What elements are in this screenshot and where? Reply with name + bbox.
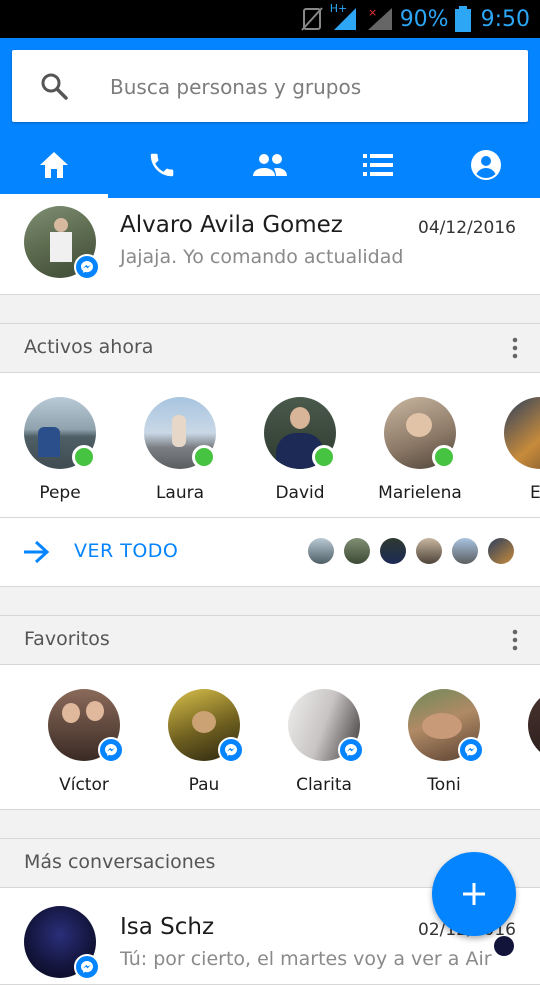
person-name: Pau <box>188 775 220 795</box>
section-title: Más conversaciones <box>24 851 216 873</box>
messenger-badge-icon <box>74 254 100 280</box>
person-name: Marielena <box>378 483 462 503</box>
favorite-person[interactable]: Pau <box>144 689 264 799</box>
search-box[interactable] <box>12 50 528 122</box>
favorite-person[interactable] <box>504 689 540 799</box>
active-person[interactable]: Marielena <box>360 397 480 507</box>
avatar <box>308 538 334 564</box>
search-icon <box>41 73 68 100</box>
tab-home[interactable] <box>0 132 108 198</box>
active-now-carousel: Pepe Laura David Marielena Ec <box>0 373 540 518</box>
conversation-date: 04/12/2016 <box>418 218 516 238</box>
clock: 9:50 <box>480 6 530 32</box>
online-indicator <box>192 445 216 469</box>
messenger-badge-icon <box>218 737 244 763</box>
section-header-favorites: Favoritos <box>0 615 540 665</box>
favorites-carousel: Víctor Pau Clarita Toni <box>0 665 540 810</box>
person-name: Toni <box>427 775 461 795</box>
messenger-badge-icon <box>98 737 124 763</box>
avatar <box>452 538 478 564</box>
new-message-button[interactable] <box>432 852 516 936</box>
status-icons: H+ × 90% 9:50 <box>300 2 530 34</box>
section-title: Favoritos <box>24 628 110 650</box>
conversation-preview: Tú: por cierto, el martes voy a ver a Ai… <box>120 948 492 970</box>
signal-h-plus-icon: H+ <box>330 2 360 32</box>
online-indicator <box>312 445 336 469</box>
section-title: Activos ahora <box>24 336 154 358</box>
phone-icon <box>150 153 174 177</box>
tab-groups[interactable] <box>216 132 324 198</box>
tab-list[interactable] <box>324 132 432 198</box>
more-vertical-icon[interactable] <box>510 336 520 360</box>
see-all-button[interactable]: VER TODO <box>74 540 178 562</box>
plus-icon <box>463 883 485 905</box>
more-vertical-icon[interactable] <box>510 628 520 652</box>
person-name: Ec <box>529 483 540 503</box>
online-indicator <box>72 445 96 469</box>
search-input[interactable] <box>108 68 512 106</box>
signal-no-service-icon: × <box>367 6 392 30</box>
messenger-badge-icon <box>338 737 364 763</box>
app-header <box>0 38 540 198</box>
avatar <box>528 689 540 761</box>
tab-bar <box>0 132 540 198</box>
avatar <box>416 538 442 564</box>
no-sim-icon <box>300 7 323 31</box>
favorite-person[interactable]: Clarita <box>264 689 384 799</box>
status-bar: H+ × 90% 9:50 <box>0 0 540 38</box>
tab-profile[interactable] <box>432 132 540 198</box>
messenger-badge-icon <box>458 737 484 763</box>
person-name: Clarita <box>296 775 352 795</box>
tab-calls[interactable] <box>108 132 216 198</box>
avatar <box>344 538 370 564</box>
active-person[interactable]: Pepe <box>0 397 120 507</box>
online-indicator <box>432 445 456 469</box>
home-icon <box>40 152 68 178</box>
person-name: Laura <box>155 483 205 503</box>
favorite-person[interactable]: Toni <box>384 689 504 799</box>
section-header-active-now: Activos ahora <box>0 323 540 373</box>
battery-percent: 90% <box>399 6 449 32</box>
active-person[interactable]: David <box>240 397 360 507</box>
arrow-right-icon <box>24 540 50 564</box>
avatar <box>380 538 406 564</box>
person-name: David <box>275 483 325 503</box>
profile-icon <box>471 150 501 180</box>
see-all-row[interactable]: VER TODO <box>0 518 540 587</box>
person-name: Pepe <box>39 483 81 503</box>
people-icon <box>253 154 287 176</box>
favorite-person[interactable]: Víctor <box>24 689 144 799</box>
avatar <box>488 538 514 564</box>
svg-text:×: × <box>368 6 377 19</box>
conversation-preview: Jajaja. Yo comando actualidad <box>120 246 404 268</box>
battery-icon <box>454 6 471 32</box>
person-name: Víctor <box>59 775 109 795</box>
conversation-row[interactable]: Alvaro Avila Gomez 04/12/2016 Jajaja. Yo… <box>0 198 540 295</box>
active-person[interactable]: Laura <box>120 397 240 507</box>
conversation-name: Isa Schz <box>120 914 215 940</box>
conversation-name: Alvaro Avila Gomez <box>120 212 343 238</box>
avatar <box>494 936 514 956</box>
list-icon <box>363 154 393 176</box>
active-person[interactable]: Ec <box>480 397 540 507</box>
avatar <box>504 397 540 469</box>
messenger-badge-icon <box>74 954 100 980</box>
